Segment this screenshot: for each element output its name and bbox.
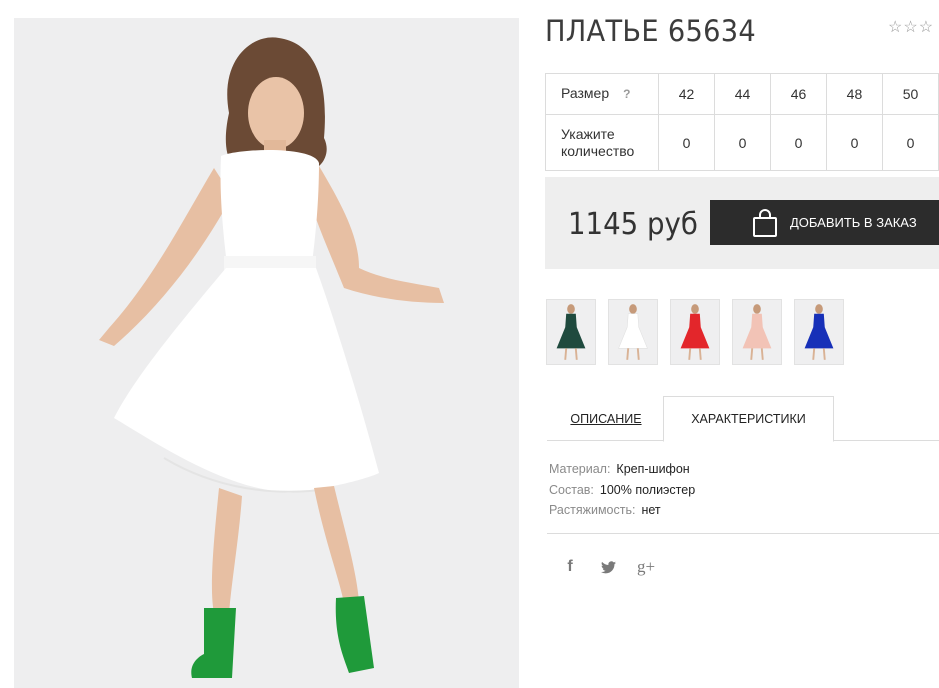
spec-value: Креп-шифон [616,462,690,477]
quantity-label-line1: Укажите [561,125,615,142]
size-option: 42 [658,73,715,115]
dress-thumbnail-figure [733,300,781,364]
dress-thumbnail-figure [795,300,843,364]
dress-thumbnail-figure [609,300,657,364]
size-quantity-table: Размер? 42 44 46 48 50 Укажите количеств… [544,73,939,171]
size-label-cell: Размер? [544,73,660,115]
variant-white-thumbnail[interactable] [608,299,658,365]
model-in-white-dress-illustration [14,18,519,688]
quantity-input[interactable]: 0 [881,114,939,171]
order-panel: 1145 руб ДОБАВИТЬ В ЗАКАЗ [545,177,939,269]
spec-row-stretch: Растяжимость: нет [549,500,695,521]
twitter-icon[interactable] [598,556,618,578]
dress-thumbnail-figure [671,300,719,364]
color-variants [546,299,844,365]
add-to-order-button[interactable]: ДОБАВИТЬ В ЗАКАЗ [710,200,939,245]
variant-green-thumbnail[interactable] [546,299,596,365]
size-row: Размер? 42 44 46 48 50 [544,73,939,115]
quantity-input[interactable]: 0 [769,114,827,171]
facebook-icon[interactable]: f [560,556,580,578]
twitter-bird-glyph [600,560,616,573]
dress-thumbnail-figure [547,300,595,364]
star-outline-icon[interactable]: ☆ [919,20,933,36]
spec-label: Материал: [549,462,611,477]
characteristics-list: Материал: Креп-шифон Состав: 100% полиэс… [549,459,695,521]
rating-stars[interactable]: ☆ ☆ ☆ [888,20,933,36]
spec-row-material: Материал: Креп-шифон [549,459,695,480]
size-label: Размер [561,85,610,101]
product-title: ПЛАТЬЕ 65634 [545,14,757,48]
quantity-row: Укажите количество 0 0 0 0 0 [544,114,939,171]
section-divider [547,533,939,534]
quantity-label-cell: Укажите количество [544,114,660,171]
social-share: f g+ [560,556,656,578]
size-help-icon[interactable]: ? [623,87,630,101]
spec-value: 100% полиэстер [599,482,696,497]
size-option: 48 [825,73,883,115]
spec-row-composition: Состав: 100% полиэстер [549,480,695,501]
product-tabs: ОПИСАНИЕ ХАРАКТЕРИСТИКИ [547,396,939,442]
quantity-label-line2: количество [561,142,635,159]
size-option: 46 [769,73,827,115]
quantity-input[interactable]: 0 [714,114,771,171]
quantity-input[interactable]: 0 [825,114,883,171]
size-option: 50 [881,73,939,115]
google-plus-icon[interactable]: g+ [636,556,656,578]
variant-red-thumbnail[interactable] [670,299,720,365]
tab-characteristics[interactable]: ХАРАКТЕРИСТИКИ [663,396,834,442]
quantity-input[interactable]: 0 [658,114,715,171]
product-price: 1145 руб [568,207,698,242]
tab-description[interactable]: ОПИСАНИЕ [547,396,665,441]
star-outline-icon[interactable]: ☆ [888,20,902,36]
variant-peach-thumbnail[interactable] [732,299,782,365]
star-outline-icon[interactable]: ☆ [903,20,917,36]
shopping-bag-icon [753,208,777,237]
add-to-order-label: ДОБАВИТЬ В ЗАКАЗ [790,215,917,230]
spec-label: Состав: [549,482,594,497]
product-main-photo[interactable] [14,18,519,688]
size-option: 44 [714,73,771,115]
spec-value: нет [641,503,661,518]
variant-blue-thumbnail[interactable] [794,299,844,365]
spec-label: Растяжимость: [549,503,636,518]
